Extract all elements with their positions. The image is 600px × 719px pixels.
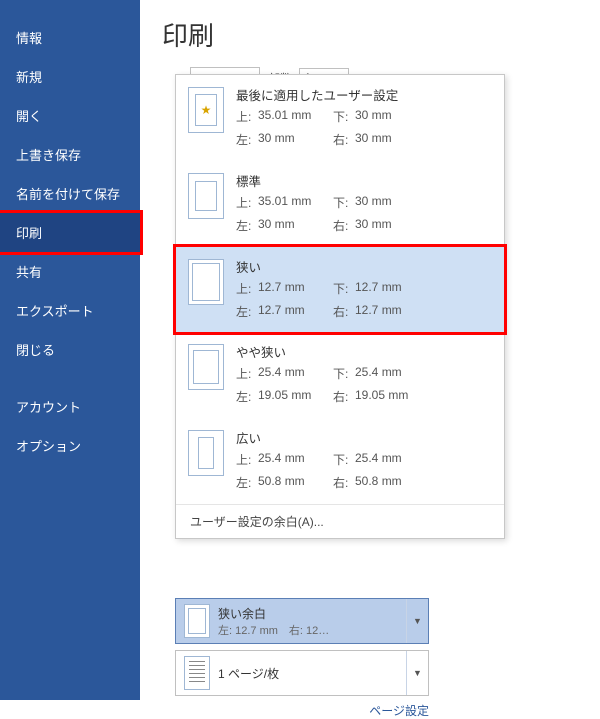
margins-dropdown-panel: ★ 最後に適用したユーザー設定 上:35.01 mm 下:30 mm 左:30 … bbox=[175, 74, 505, 539]
margin-preset-normal[interactable]: 標準 上:35.01 mm 下:30 mm 左:30 mm 右:30 mm bbox=[176, 161, 504, 247]
margin-thumb-icon bbox=[184, 604, 210, 638]
label-bottom: 下: bbox=[333, 108, 355, 125]
margin-preset-narrow[interactable]: 狭い 上:12.7 mm 下:12.7 mm 左:12.7 mm 右:12.7 … bbox=[173, 244, 507, 335]
preset-name: 狭い bbox=[236, 257, 492, 276]
preset-name: やや狭い bbox=[236, 342, 492, 361]
backstage-sidebar: 情報 新規 開く 上書き保存 名前を付けて保存 印刷 共有 エクスポート 閉じる… bbox=[0, 0, 140, 700]
chevron-down-icon: ▼ bbox=[406, 651, 428, 695]
sidebar-item-export[interactable]: エクスポート bbox=[0, 291, 140, 330]
label-left: 左: bbox=[236, 131, 258, 148]
selected-margin-sub: 左: 12.7 mm 右: 12… bbox=[218, 622, 406, 638]
page-title: 印刷 bbox=[162, 16, 580, 53]
sidebar-item-saveas[interactable]: 名前を付けて保存 bbox=[0, 174, 140, 213]
sidebar-item-share[interactable]: 共有 bbox=[0, 252, 140, 291]
chevron-down-icon: ▼ bbox=[406, 599, 428, 643]
margin-thumb-icon bbox=[188, 430, 224, 476]
sidebar-item-new[interactable]: 新規 bbox=[0, 57, 140, 96]
value-left: 30 mm bbox=[258, 131, 333, 148]
margin-preset-wide[interactable]: 広い 上:25.4 mm 下:25.4 mm 左:50.8 mm 右:50.8 … bbox=[176, 418, 504, 504]
custom-margins-link[interactable]: ユーザー設定の余白(A)... bbox=[176, 504, 504, 538]
margin-thumb-icon bbox=[188, 173, 224, 219]
star-icon: ★ bbox=[201, 103, 212, 117]
margin-preset-moderate[interactable]: やや狭い 上:25.4 mm 下:25.4 mm 左:19.05 mm 右:19… bbox=[176, 332, 504, 418]
margin-thumb-icon bbox=[188, 259, 224, 305]
sidebar-item-info[interactable]: 情報 bbox=[0, 18, 140, 57]
sidebar-item-close[interactable]: 閉じる bbox=[0, 330, 140, 369]
sidebar-item-open[interactable]: 開く bbox=[0, 96, 140, 135]
preset-name: 広い bbox=[236, 428, 492, 447]
preset-name: 標準 bbox=[236, 171, 492, 190]
margins-combo[interactable]: 狭い余白 左: 12.7 mm 右: 12… ▼ bbox=[175, 598, 429, 644]
margin-preset-last-custom[interactable]: ★ 最後に適用したユーザー設定 上:35.01 mm 下:30 mm 左:30 … bbox=[176, 75, 504, 161]
margin-thumb-icon: ★ bbox=[188, 87, 224, 133]
margin-thumb-icon bbox=[188, 344, 224, 390]
sidebar-item-print[interactable]: 印刷 bbox=[0, 210, 143, 255]
pages-per-sheet-combo[interactable]: 1 ページ/枚 ▼ bbox=[175, 650, 429, 696]
pages-per-sheet-label: 1 ページ/枚 bbox=[218, 665, 406, 682]
page-icon bbox=[184, 656, 210, 690]
sidebar-item-account[interactable]: アカウント bbox=[0, 387, 140, 426]
preset-name: 最後に適用したユーザー設定 bbox=[236, 85, 492, 104]
sidebar-item-save[interactable]: 上書き保存 bbox=[0, 135, 140, 174]
sidebar-item-options[interactable]: オプション bbox=[0, 426, 140, 465]
page-setup-link[interactable]: ページ設定 bbox=[175, 702, 429, 719]
value-top: 35.01 mm bbox=[258, 108, 333, 125]
value-right: 30 mm bbox=[355, 131, 420, 148]
label-right: 右: bbox=[333, 131, 355, 148]
value-bottom: 30 mm bbox=[355, 108, 420, 125]
selected-margin-name: 狭い余白 bbox=[218, 605, 406, 622]
label-top: 上: bbox=[236, 108, 258, 125]
